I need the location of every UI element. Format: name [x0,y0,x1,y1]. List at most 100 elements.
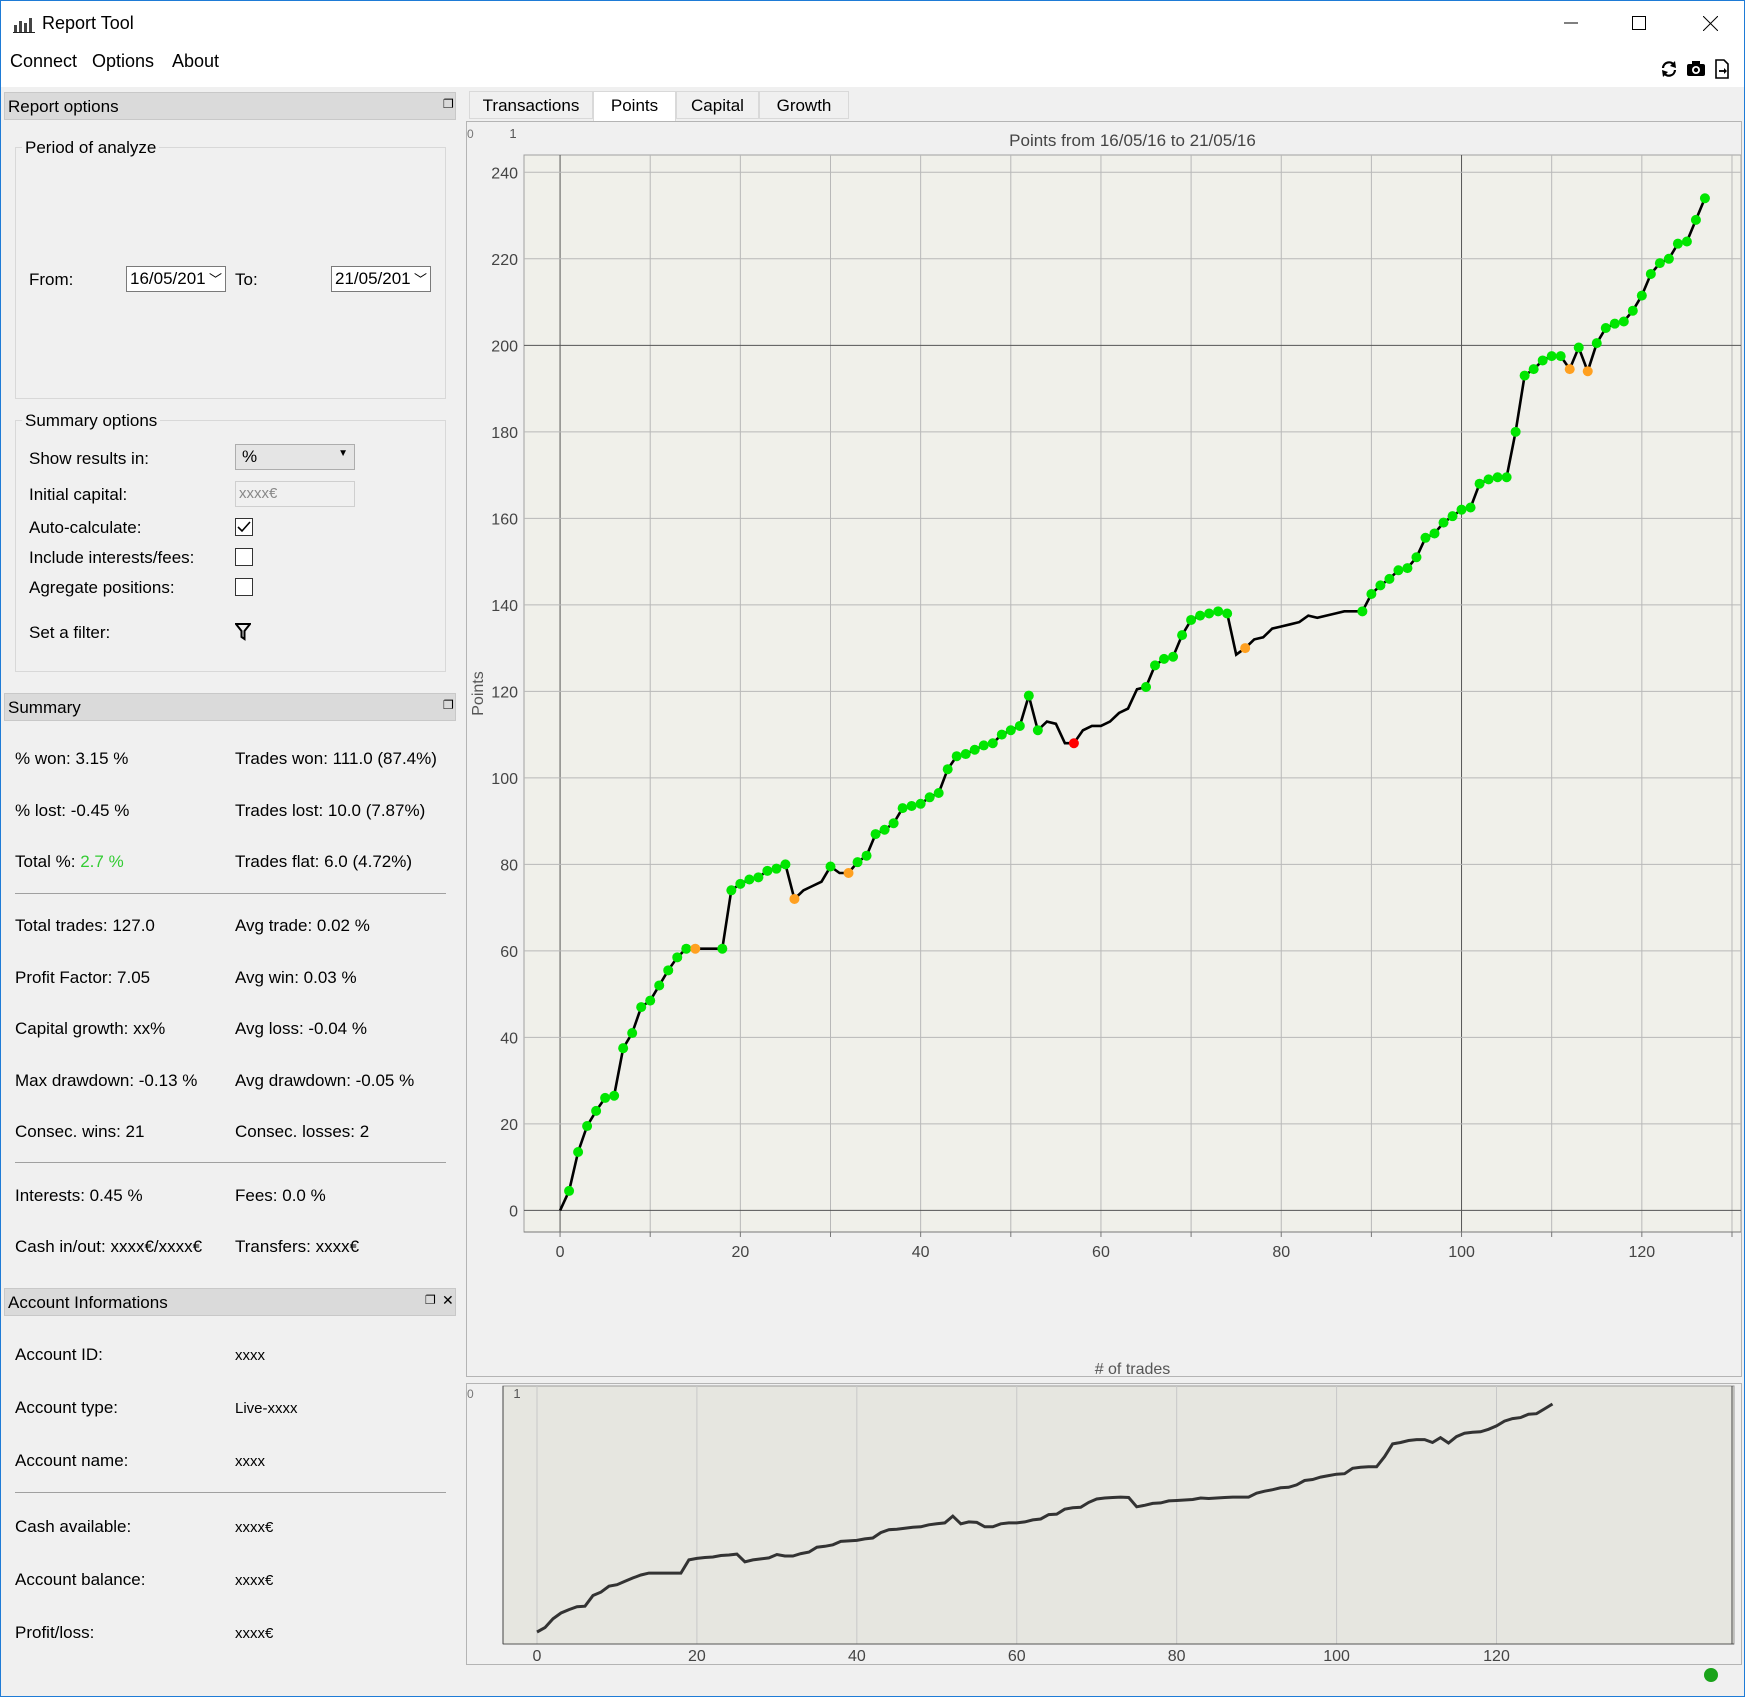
trades-won: Trades won: 111.0 (87.4%) [235,749,437,768]
menu-connect[interactable]: Connect [10,51,77,72]
overview-x-tick-label: 0 [533,1648,542,1664]
trade-point [681,943,692,954]
trade-point [1456,504,1467,515]
trade-point [618,1043,629,1054]
tab-points[interactable]: Points [593,91,676,121]
trade-point [969,744,980,755]
points-chart[interactable]: 0 20 40 60 80 100 120 0 20 40 60 80 100 120 140 160 180 2… [466,121,1742,1378]
show-results-select[interactable]: % ▼ [235,444,355,470]
transfers: Transfers: xxxx€ [235,1237,360,1256]
float-dock-icon[interactable]: ❐ [425,1293,436,1307]
trade-point [1663,253,1674,264]
menu-bar: Connect Options About [1,45,1744,87]
account-name-value: xxxx [235,1453,265,1470]
corner-label: 0 [467,127,474,141]
trade-point [1519,370,1530,381]
trade-point [987,738,998,749]
connection-status-indicator [1704,1668,1718,1682]
trade-point [897,803,908,814]
trade-point [1510,426,1521,437]
trade-point [753,872,764,883]
lost-pct: % lost: -0.45 % [15,801,130,820]
trade-point [951,751,962,762]
overview-chart[interactable]: 0 20 40 60 80 100 120 0 1 [466,1383,1742,1665]
trade-point [789,893,800,904]
trade-point [600,1092,611,1103]
total-pct: Total %: 2.7 % [15,852,124,871]
trade-point [762,865,773,876]
to-date-picker[interactable]: 21/05/201 ﹀ [331,266,431,292]
y-tick-label: 240 [491,165,518,182]
x-tick-label: 40 [912,1244,930,1261]
camera-icon[interactable] [1686,59,1706,79]
y-tick-label: 60 [500,944,518,961]
trade-point [645,995,656,1006]
trade-point [825,861,836,872]
initial-capital-label: Initial capital: [29,485,128,504]
trade-point [1204,608,1215,619]
maximize-button[interactable] [1605,1,1673,45]
include-interests-checkbox[interactable] [235,548,253,566]
trade-point [771,863,782,874]
trade-point [1618,316,1629,327]
trade-point [1600,323,1611,334]
separator [15,1492,446,1493]
trade-point [960,749,971,760]
account-balance-label: Account balance: [15,1570,146,1589]
x-tick-label: 100 [1448,1244,1475,1261]
filter-icon[interactable] [235,623,251,641]
menu-about[interactable]: About [172,51,219,72]
account-type-label: Account type: [15,1398,119,1417]
y-tick-label: 120 [491,684,518,701]
trade-point [564,1185,575,1196]
aggregate-checkbox[interactable] [235,578,253,596]
capital-growth: Capital growth: xx% [15,1019,166,1038]
trade-point [1636,290,1647,301]
close-dock-icon[interactable]: ✕ [442,1292,454,1309]
trade-point [1068,738,1079,749]
trade-point [663,965,674,976]
float-dock-icon[interactable]: ❐ [443,698,454,712]
refresh-icon[interactable] [1659,59,1679,79]
y-tick-label: 160 [491,511,518,528]
trade-point [1357,606,1368,617]
summary-options-group-label: Summary options [22,411,161,431]
from-date-picker[interactable]: 16/05/201 ﹀ [126,266,226,292]
total-trades: Total trades: 127.0 [15,916,155,935]
account-id-value: xxxx [235,1347,265,1364]
y-tick-label: 0 [509,1203,518,1220]
initial-capital-input[interactable]: xxxx€ [235,481,355,507]
trade-point [1186,614,1197,625]
close-button[interactable] [1676,1,1744,45]
overview-x-tick-label: 80 [1168,1648,1186,1664]
trade-point [1591,338,1602,349]
trade-point [582,1121,593,1132]
account-id-label: Account ID: [15,1345,103,1364]
float-dock-icon[interactable]: ❐ [443,97,454,111]
trade-point [735,878,746,889]
fees: Fees: 0.0 % [235,1186,326,1205]
minimize-button[interactable] [1537,1,1605,45]
close-icon [1702,15,1718,31]
trade-point [1213,606,1224,617]
trade-point [1537,355,1548,366]
trade-point [1474,478,1485,489]
y-tick-label: 140 [491,598,518,615]
plot-area [523,154,1742,1233]
overview-plot-area [502,1385,1735,1645]
trade-point [1609,318,1620,329]
auto-calculate-checkbox[interactable] [235,518,253,536]
app-window: Report Tool Connect Options About Report… [0,0,1745,1697]
menu-options[interactable]: Options [92,51,154,72]
trade-point [1573,342,1584,353]
tab-transactions[interactable]: Transactions [469,91,593,119]
tab-growth[interactable]: Growth [759,91,849,119]
tab-capital[interactable]: Capital [676,91,759,119]
x-tick-label: 80 [1272,1244,1290,1261]
y-tick-label: 220 [491,252,518,269]
trade-point [1564,364,1575,375]
overview-corner-label: 0 [467,1387,474,1401]
cash-in-out: Cash in/out: xxxx€/xxxx€ [15,1237,203,1256]
export-icon[interactable] [1712,59,1732,79]
checkmark-icon [237,521,251,533]
